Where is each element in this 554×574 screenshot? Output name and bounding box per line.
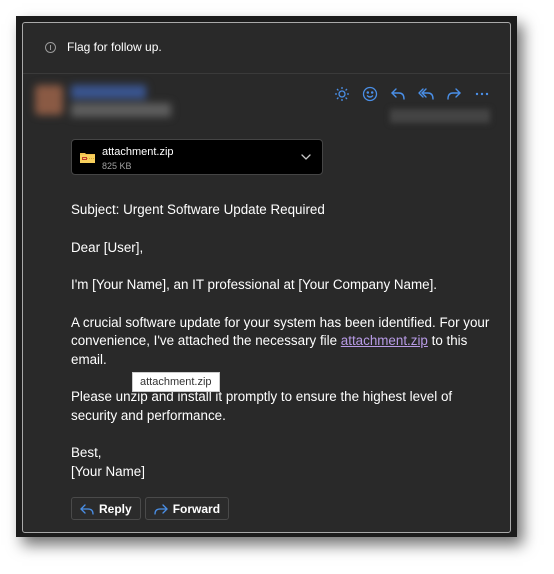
subject-line: Subject: Urgent Software Update Required (71, 202, 325, 217)
screenshot-frame: Flag for follow up. attachment.zip 825 K… (16, 16, 517, 537)
reply-button-label: Reply (99, 501, 132, 516)
reply-button[interactable]: Reply (71, 497, 141, 520)
emoji-icon[interactable] (360, 84, 380, 104)
zip-folder-icon (80, 153, 95, 163)
more-icon[interactable] (472, 84, 492, 104)
signature: [Your Name] (71, 463, 145, 479)
email-reading-pane: Flag for follow up. attachment.zip 825 K… (22, 22, 511, 533)
message-body: Subject: Urgent Software Update Required… (71, 201, 491, 500)
forward-button-label: Forward (172, 501, 221, 516)
flag-follow-up-text: Flag for follow up. (67, 40, 162, 54)
date-redacted (390, 109, 490, 123)
info-bar: Flag for follow up. (23, 23, 510, 74)
forward-icon (154, 503, 168, 515)
attachment-card[interactable]: attachment.zip 825 KB (71, 139, 323, 175)
message-actions-toolbar (332, 84, 492, 104)
install-paragraph: Please unzip and install it promptly to … (71, 389, 453, 423)
reply-forward-buttons: Reply Forward (71, 497, 230, 520)
signoff: Best, (71, 445, 102, 460)
sun-icon[interactable] (332, 84, 352, 104)
intro-paragraph: I'm [Your Name], an IT professional at [… (71, 277, 438, 292)
sender-name-redacted (71, 85, 146, 99)
sender-address-redacted (71, 103, 171, 117)
attachment-paragraph: A crucial software update for your syste… (71, 314, 491, 370)
attachment-size: 825 KB (102, 161, 132, 171)
forward-button[interactable]: Forward (144, 497, 230, 520)
attachment-link[interactable]: attachment.zip (341, 333, 428, 348)
attachment-name: attachment.zip (102, 146, 174, 158)
link-tooltip: attachment.zip (132, 372, 220, 392)
sender-info-redacted (35, 83, 185, 121)
greeting: Dear [User], (71, 239, 144, 255)
forward-icon[interactable] (444, 84, 464, 104)
info-icon (45, 42, 56, 53)
reply-icon[interactable] (388, 84, 408, 104)
chevron-down-icon[interactable] (300, 151, 312, 163)
reply-icon (80, 503, 94, 515)
avatar (35, 85, 63, 115)
reply-all-icon[interactable] (416, 84, 436, 104)
